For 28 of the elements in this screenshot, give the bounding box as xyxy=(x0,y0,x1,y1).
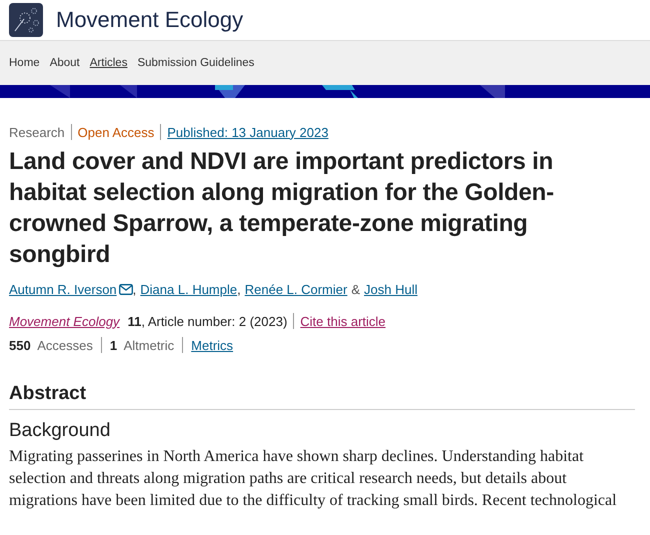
nav-link[interactable]: Submission Guidelines xyxy=(137,57,254,69)
author-link[interactable]: Renée L. Cormier xyxy=(244,282,348,297)
article-number: , Article number: 2 (2023) xyxy=(141,314,288,328)
author-link[interactable]: Diana L. Humple xyxy=(140,282,238,297)
separator-text: & xyxy=(351,282,360,297)
metric-count: 550 Accesses xyxy=(9,338,93,352)
nav-link[interactable]: Articles xyxy=(90,57,128,69)
article-type: Research xyxy=(9,124,65,140)
abstract-paragraph: Migrating passerines in North America have shown sharp declines. Understanding habitat selection and threats along migration paths are critical research needs, but details about migrations have been limited due to the difficulty of tracking small birds. Recent technological xyxy=(9,447,618,511)
cite-link[interactable]: Cite this article xyxy=(300,314,386,328)
author-link[interactable]: Josh Hull xyxy=(364,282,418,297)
open-access-label: Open Access xyxy=(78,124,154,140)
separator-text: , xyxy=(132,282,136,297)
abstract-heading: Abstract xyxy=(9,383,635,410)
metrics-link[interactable]: Metrics xyxy=(191,338,234,352)
metric-count: 1 Altmetric xyxy=(110,338,174,352)
author-link[interactable]: Autumn R. Iverson xyxy=(9,282,117,297)
nav-link[interactable]: Home xyxy=(9,57,40,69)
email-icon[interactable] xyxy=(118,284,133,295)
volume-number: 11 xyxy=(128,314,142,328)
journal-title[interactable]: Movement Ecology xyxy=(56,7,244,33)
nav-link[interactable]: About xyxy=(50,57,80,69)
section-heading: Background xyxy=(9,420,112,442)
journal-link[interactable]: Movement Ecology xyxy=(9,314,120,328)
published-date-link[interactable]: Published: 13 January 2023 xyxy=(167,124,328,140)
separator-text: , xyxy=(237,282,241,297)
dandelion-logo-icon[interactable] xyxy=(9,3,43,37)
article-title: Land cover and NDVI are important predictors in habitat selection along migration for the Golden-crowned Sparrow, a temperate-zone migrating songbird xyxy=(9,147,555,270)
